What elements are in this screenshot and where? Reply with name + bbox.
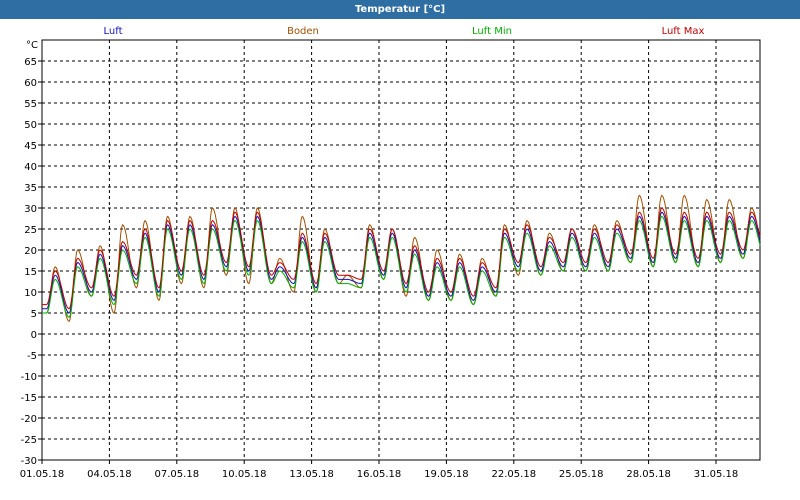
x-tick-label: 10.05.18	[222, 469, 267, 480]
y-tick-label: 65	[24, 57, 37, 68]
temperature-chart: -30 -25 -20 -15 -10 -5 0 5 10 15 20 25 30 35 40 45 50 55 6…	[20, 26, 761, 480]
y-tick-label: 0	[31, 330, 37, 341]
x-tick-label: 07.05.18	[155, 469, 200, 480]
y-tick-label: -5	[27, 351, 37, 362]
y-tick-label: 60	[24, 78, 37, 89]
legend: Luft Boden Luft Min Luft Max	[104, 26, 705, 37]
y-tick-label: 35	[24, 183, 37, 194]
x-tick-label: 13.05.18	[289, 469, 334, 480]
x-axis: 01.05.18 04.05.18 07.05.18 10.05.18 13.05.18…	[20, 460, 739, 480]
chart-window: Temperatur [°C] -30 -25 -20 -15 -10 -5 0 5 10 15 2…	[0, 0, 800, 500]
x-tick-label: 31.05.18	[694, 469, 739, 480]
legend-item-luft-max: Luft Max	[662, 26, 705, 37]
y-tick-label: -25	[21, 435, 37, 446]
y-tick-label: 30	[24, 204, 37, 215]
y-tick-label: 45	[24, 141, 37, 152]
y-tick-label: 55	[24, 99, 37, 110]
y-tick-label: 50	[24, 120, 37, 131]
x-tick-label: 22.05.18	[492, 469, 537, 480]
y-tick-label: -30	[21, 456, 37, 467]
y-tick-label: 5	[31, 309, 37, 320]
x-tick-label: 16.05.18	[357, 469, 402, 480]
x-tick-label: 25.05.18	[559, 469, 604, 480]
y-tick-label: 20	[24, 246, 37, 257]
y-tick-label: 10	[24, 288, 37, 299]
y-axis: -30 -25 -20 -15 -10 -5 0 5 10 15 20 25 30 35 40 45 50 55 6…	[21, 57, 42, 467]
legend-item-boden: Boden	[287, 26, 319, 37]
x-tick-label: 01.05.18	[20, 469, 65, 480]
y-axis-unit-label: °C	[26, 40, 38, 51]
legend-item-luft-min: Luft Min	[472, 26, 512, 37]
window-title: Temperatur [°C]	[0, 0, 800, 19]
y-tick-label: 15	[24, 267, 37, 278]
y-tick-label: -20	[21, 414, 37, 425]
x-tick-label: 04.05.18	[87, 469, 132, 480]
x-tick-label: 28.05.18	[626, 469, 671, 480]
x-tick-label: 19.05.18	[424, 469, 469, 480]
legend-item-luft: Luft	[104, 26, 123, 37]
y-tick-label: -15	[21, 393, 37, 404]
y-tick-label: 40	[24, 162, 37, 173]
y-tick-label: -10	[21, 372, 37, 383]
y-tick-label: 25	[24, 225, 37, 236]
